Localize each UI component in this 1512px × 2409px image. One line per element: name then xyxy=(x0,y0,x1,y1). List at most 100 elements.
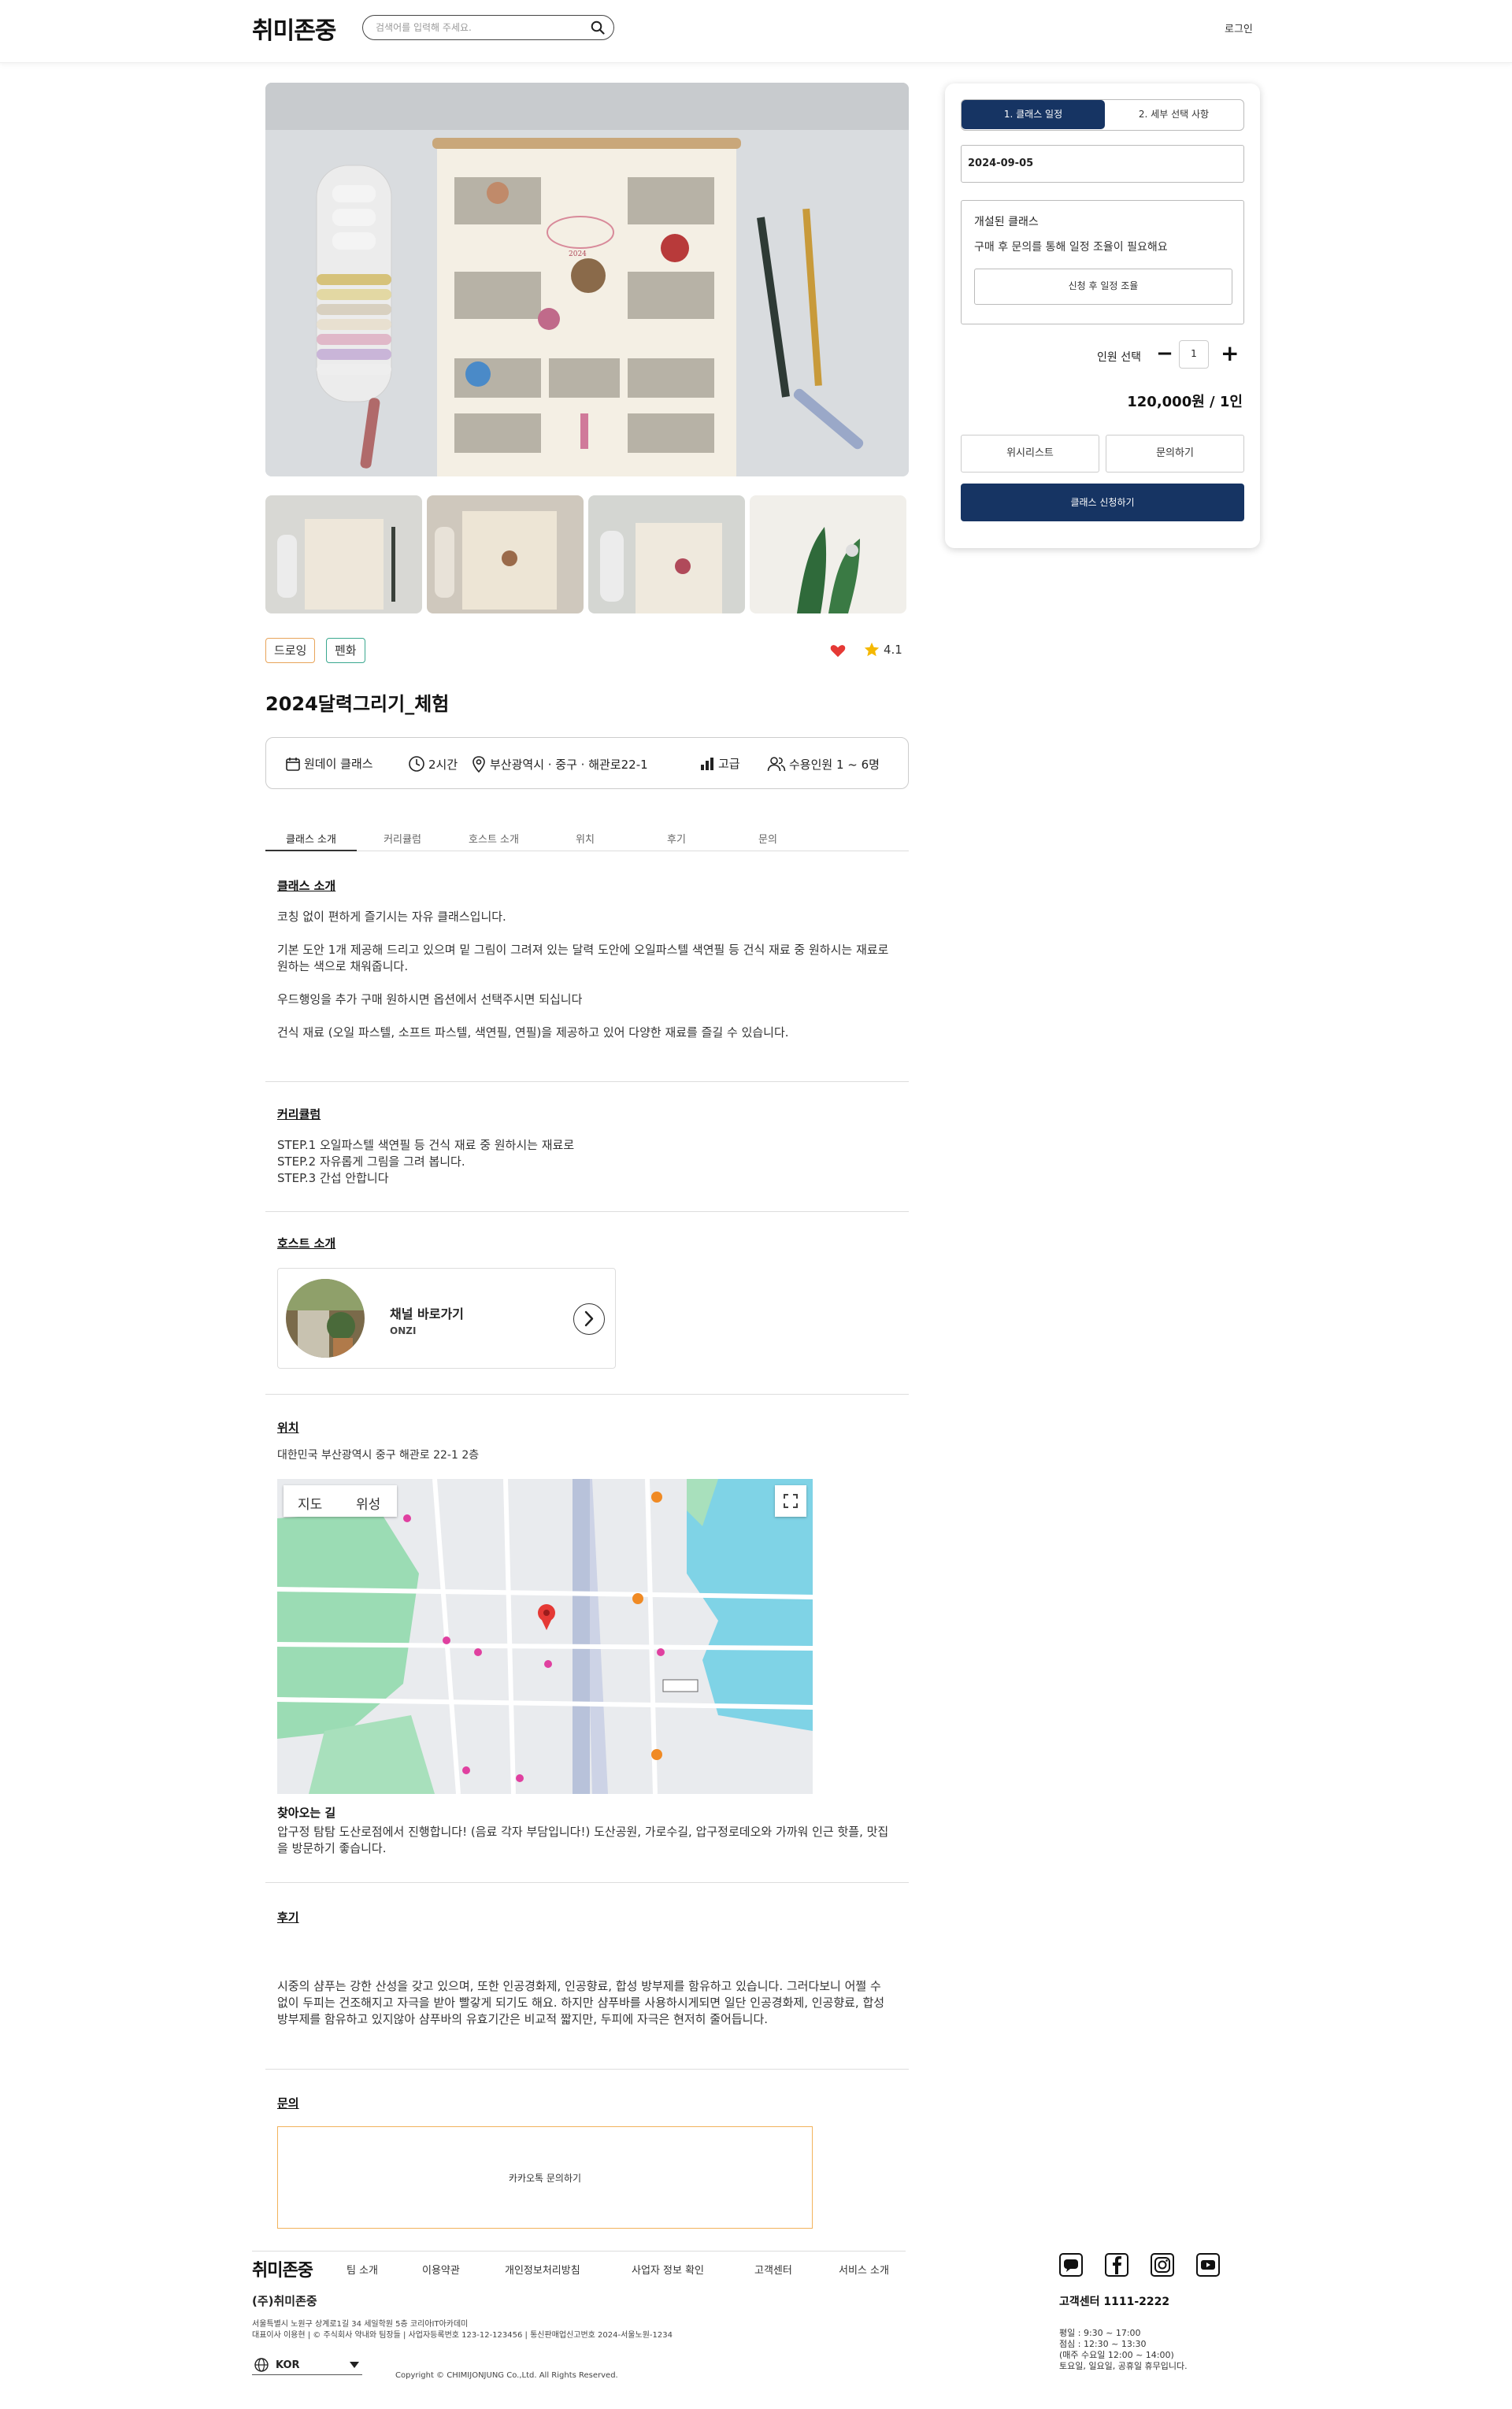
directions-heading: 찾아오는 길 xyxy=(277,1806,336,1820)
search-input[interactable] xyxy=(376,20,580,35)
apply-class-button[interactable]: 클래스 신청하기 xyxy=(961,484,1244,521)
footer-address: 서울특별시 노원구 상계로1길 34 세일학원 5층 코리아IT아카데미 대표이… xyxy=(252,2320,673,2340)
tab-host-intro[interactable]: 호스트 소개 xyxy=(448,831,539,851)
footer-link-support[interactable]: 고객센터 xyxy=(754,2262,792,2277)
info-capacity: 수용인원 1 ~ 6명 xyxy=(767,755,880,773)
date-field[interactable]: 2024-09-05 xyxy=(961,145,1244,183)
thumbnail-4[interactable] xyxy=(750,495,906,613)
host-card[interactable]: 채널 바로가기 ONZI xyxy=(277,1268,616,1369)
section-divider xyxy=(265,1081,909,1082)
class-title: 2024달력그리기_체험 xyxy=(265,693,450,715)
info-location: 부산광역시 · 중구 · 해관로22-1 xyxy=(471,755,648,773)
tag-pen-drawing: 펜화 xyxy=(326,638,365,663)
wishlist-button[interactable]: 위시리스트 xyxy=(961,435,1099,473)
schedule-after-apply-button[interactable]: 신청 후 일정 조율 xyxy=(974,269,1232,305)
intro-paragraph-3: 우드행잉을 추가 구매 원하시면 옵션에서 선택주시면 되십니다 xyxy=(277,992,583,1006)
svg-text:2024: 2024 xyxy=(569,250,587,258)
thumbnail-3[interactable] xyxy=(588,495,745,613)
location-heading: 위치 xyxy=(277,1421,299,1435)
footer-link-service[interactable]: 서비스 소개 xyxy=(839,2262,889,2277)
bar-chart-icon xyxy=(701,757,713,770)
host-arrow-button[interactable] xyxy=(573,1303,605,1335)
rating-value: 4.1 xyxy=(884,643,902,657)
location-pin-icon xyxy=(472,756,485,773)
curriculum-step-2: STEP.2 자유롭게 그림을 그려 봅니다. xyxy=(277,1154,465,1169)
curriculum-heading: 커리큘럼 xyxy=(277,1107,321,1121)
location-address: 대한민국 부산광역시 중구 해관로 22-1 2층 xyxy=(277,1449,480,1462)
price-label: 120,000원 / 1인 xyxy=(1127,394,1243,410)
footer-link-business-info[interactable]: 사업자 정보 확인 xyxy=(632,2262,704,2277)
chevron-right-icon xyxy=(584,1310,594,1327)
open-class-desc: 구매 후 문의를 통해 일정 조율이 필요해요 xyxy=(974,241,1168,254)
inquiry-button[interactable]: 문의하기 xyxy=(1106,435,1244,473)
section-divider xyxy=(265,2069,909,2070)
intro-paragraph-1: 코칭 없이 편하게 즐기시는 자유 클래스입니다. xyxy=(277,910,506,924)
step-class-schedule[interactable]: 1. 클래스 일정 xyxy=(962,100,1105,129)
open-class-title: 개설된 클래스 xyxy=(974,216,1039,228)
info-level: 고급 xyxy=(699,755,740,772)
facebook-icon[interactable] xyxy=(1104,2252,1129,2277)
copyright: Copyright © CHIMIJONJUNG Co.,Ltd. All Ri… xyxy=(395,2371,618,2380)
map-type-toggle: 지도 위성 xyxy=(284,1485,397,1517)
info-duration: 2시간 xyxy=(408,755,458,773)
footer-logo[interactable]: 취미존중 xyxy=(252,2256,313,2281)
footer-link-terms[interactable]: 이용약관 xyxy=(422,2262,460,2277)
location-map[interactable]: 지도 위성 xyxy=(277,1479,813,1794)
tab-curriculum[interactable]: 커리큘럼 xyxy=(357,831,448,851)
support-center-title: 고객센터 1111-2222 xyxy=(1059,2296,1170,2308)
tab-location[interactable]: 위치 xyxy=(539,831,631,851)
site-logo[interactable]: 취미존중 xyxy=(252,11,336,46)
search-icon[interactable] xyxy=(590,20,606,35)
map-tab-map[interactable]: 지도 xyxy=(298,1493,322,1513)
footer-link-privacy[interactable]: 개인정보처리방침 xyxy=(505,2262,580,2277)
curriculum-step-3: STEP.3 간섭 안합니다 xyxy=(277,1171,389,1185)
tab-class-intro[interactable]: 클래스 소개 xyxy=(265,831,357,851)
footer-company: (주)취미존중 xyxy=(252,2294,317,2308)
curriculum-step-1: STEP.1 오일파스텔 색연필 등 건식 재료 중 원하시는 재료로 xyxy=(277,1138,575,1152)
intro-heading: 클래스 소개 xyxy=(277,879,336,893)
kakaotalk-icon[interactable] xyxy=(1058,2252,1084,2277)
section-tabs: 클래스 소개 커리큘럼 호스트 소개 위치 후기 문의 xyxy=(265,823,909,851)
search-bar xyxy=(362,15,614,40)
intro-paragraph-4: 건식 재료 (오일 파스텔, 소프트 파스텔, 색연필, 연필)을 제공하고 있… xyxy=(277,1025,789,1040)
intro-paragraph-2: 기본 도안 1개 제공해 드리고 있으며 밑 그림이 그려져 있는 달력 도안에… xyxy=(277,943,889,973)
inquiry-box[interactable]: 카카오톡 문의하기 xyxy=(277,2126,813,2229)
host-channel-link[interactable]: 채널 바로가기 xyxy=(390,1303,464,1322)
clock-icon xyxy=(409,756,424,772)
dropdown-arrow-icon xyxy=(350,2362,359,2368)
step-detail-options[interactable]: 2. 세부 선택 사항 xyxy=(1105,100,1243,129)
thumbnail-2[interactable] xyxy=(427,495,584,613)
class-main-image: 2024 xyxy=(265,83,909,476)
tab-inquiry[interactable]: 문의 xyxy=(722,831,813,851)
quantity-label: 인원 선택 xyxy=(1097,351,1141,364)
site-header: 취미존중 로그인 xyxy=(0,0,1512,63)
host-avatar xyxy=(286,1279,365,1358)
map-tab-satellite[interactable]: 위성 xyxy=(356,1493,380,1513)
host-heading: 호스트 소개 xyxy=(277,1236,336,1251)
booking-steps: 1. 클래스 일정 2. 세부 선택 사항 xyxy=(961,99,1244,131)
language-select[interactable]: KOR xyxy=(252,2355,362,2375)
fullscreen-button[interactable] xyxy=(775,1485,806,1517)
section-divider xyxy=(265,1211,909,1212)
host-username: ONZI xyxy=(390,1325,417,1336)
review-text: 시중의 샴푸는 강한 산성을 갖고 있으며, 또한 인공경화제, 인공향료, 합… xyxy=(277,1979,885,2026)
class-info-box: 원데이 클래스 2시간 부산광역시 · 중구 · 해관로22-1 고급 수용인원… xyxy=(265,737,909,789)
login-link[interactable]: 로그인 xyxy=(1225,20,1253,35)
quantity-increase-button[interactable]: + xyxy=(1221,343,1239,366)
tab-review[interactable]: 후기 xyxy=(631,831,722,851)
review-heading: 후기 xyxy=(277,1911,299,1925)
open-class-box: 개설된 클래스 구매 후 문의를 통해 일정 조율이 필요해요 신청 후 일정 … xyxy=(961,200,1244,324)
section-divider xyxy=(265,1394,909,1395)
users-icon xyxy=(767,757,786,772)
thumbnail-1[interactable] xyxy=(265,495,422,613)
instagram-icon[interactable] xyxy=(1150,2252,1175,2277)
quantity-input[interactable]: 1 xyxy=(1179,340,1209,369)
thumbnail-strip xyxy=(265,495,909,613)
youtube-icon[interactable] xyxy=(1195,2252,1221,2277)
footer-link-team[interactable]: 팀 소개 xyxy=(346,2262,378,2277)
kakaotalk-inquiry-button[interactable]: 카카오톡 문의하기 xyxy=(278,2171,812,2185)
heart-icon[interactable] xyxy=(829,642,847,659)
star-icon xyxy=(864,642,880,657)
section-divider xyxy=(265,1882,909,1883)
quantity-decrease-button[interactable]: − xyxy=(1156,343,1173,366)
